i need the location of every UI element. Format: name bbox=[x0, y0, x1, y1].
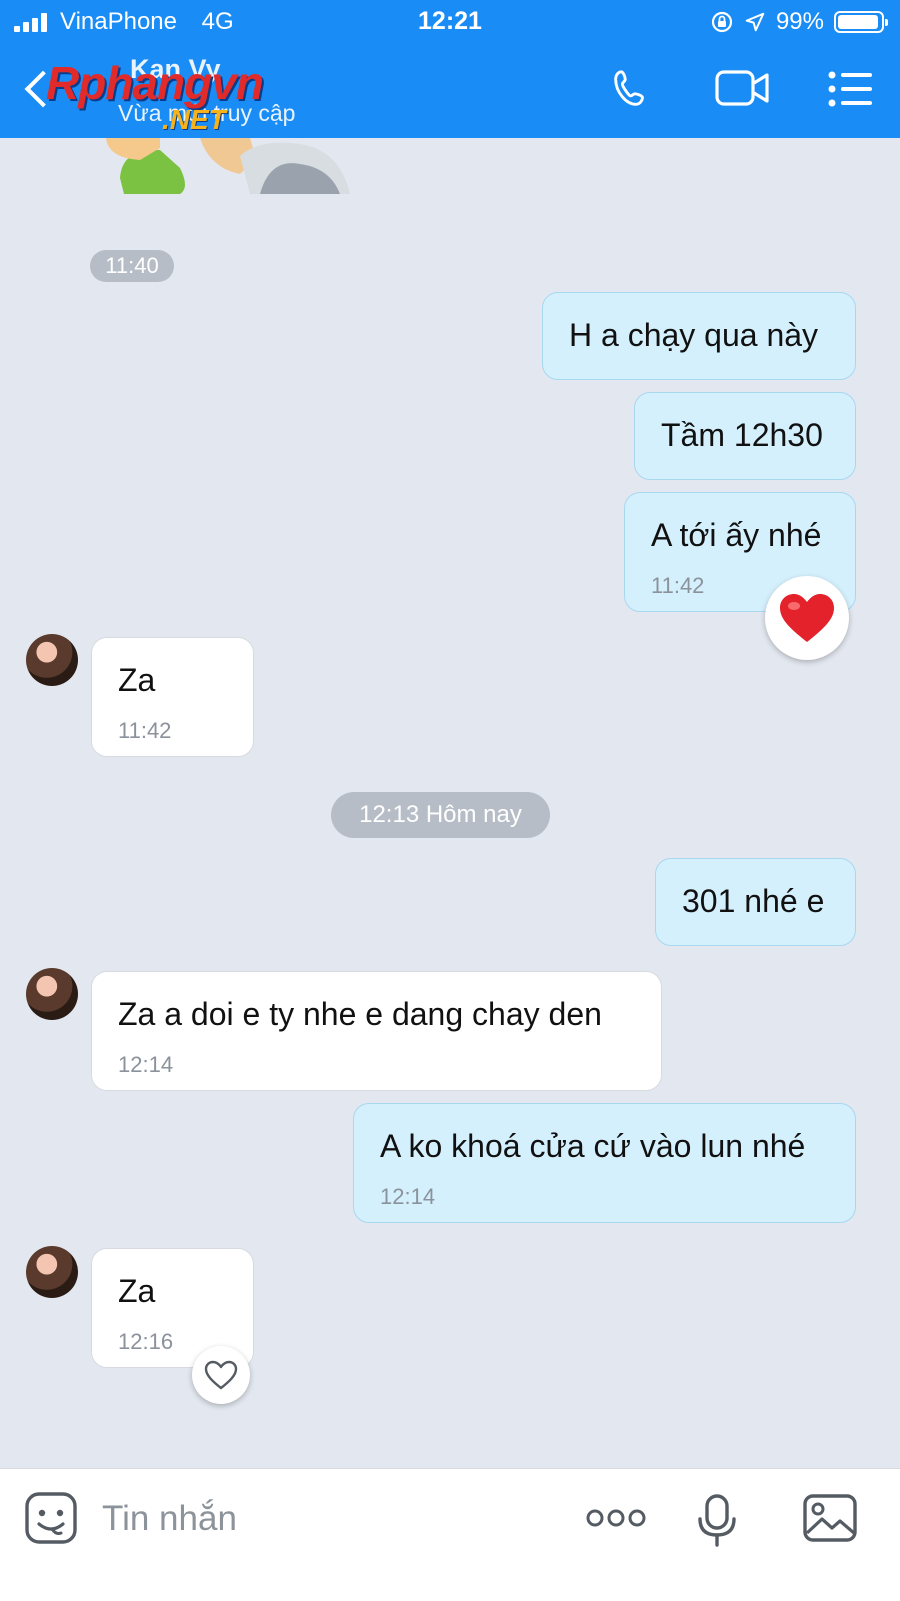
message-text: H a chạy qua này bbox=[569, 317, 819, 353]
message-time: 12:14 bbox=[118, 1052, 174, 1077]
message-composer: Tin nhắn bbox=[0, 1468, 900, 1601]
reaction-like-button[interactable] bbox=[192, 1346, 250, 1404]
message-time: 11:42 bbox=[118, 718, 172, 743]
location-icon bbox=[745, 12, 765, 32]
battery-icon bbox=[834, 11, 888, 33]
message-time: 11:42 bbox=[651, 573, 705, 598]
message-text: Za a doi e ty nhe e dang chay den bbox=[118, 996, 602, 1032]
phone-icon[interactable] bbox=[608, 66, 654, 112]
reaction-heart[interactable] bbox=[765, 576, 849, 660]
time-separator: 11:40 bbox=[90, 250, 174, 282]
message-input[interactable]: Tin nhắn bbox=[102, 1499, 237, 1539]
more-dots-icon[interactable] bbox=[586, 1507, 646, 1529]
message-text: A tới ấy nhé bbox=[651, 517, 822, 553]
sticker-icon[interactable] bbox=[24, 1491, 78, 1547]
video-camera-icon[interactable] bbox=[714, 66, 770, 110]
microphone-icon[interactable] bbox=[697, 1493, 737, 1549]
image-icon[interactable] bbox=[802, 1493, 858, 1543]
message-bubble-outgoing[interactable]: A ko khoá cửa cứ vào lun nhé 12:14 bbox=[353, 1103, 856, 1223]
message-bubble-outgoing[interactable]: 301 nhé e bbox=[655, 858, 856, 946]
message-bubble-incoming[interactable]: Za 11:42 bbox=[91, 637, 254, 757]
avatar[interactable] bbox=[26, 968, 78, 1020]
avatar[interactable] bbox=[26, 1246, 78, 1298]
message-time: 12:16 bbox=[118, 1329, 174, 1354]
message-bubble-outgoing[interactable]: Tầm 12h30 bbox=[634, 392, 856, 480]
avatar[interactable] bbox=[26, 634, 78, 686]
battery-percent: 99% bbox=[775, 8, 824, 35]
message-bubble-outgoing[interactable]: H a chạy qua này bbox=[542, 292, 856, 380]
menu-list-icon[interactable] bbox=[828, 70, 874, 108]
chat-header: Kan Vy Vừa mới truy cập Rphangvn .NET bbox=[0, 48, 900, 138]
message-bubble-incoming[interactable]: Za a doi e ty nhe e dang chay den 12:14 bbox=[91, 971, 662, 1091]
message-text: Za bbox=[118, 1273, 156, 1309]
message-time: 12:14 bbox=[380, 1184, 436, 1209]
message-text: Za bbox=[118, 662, 156, 698]
heart-outline-icon bbox=[204, 1360, 238, 1390]
rotation-lock-icon bbox=[711, 11, 733, 33]
message-text: Tầm 12h30 bbox=[661, 417, 823, 453]
watermark-logo: Rphangvn bbox=[46, 57, 264, 109]
message-text: A ko khoá cửa cứ vào lun nhé bbox=[380, 1128, 806, 1164]
top-bar: VinaPhone 4G 12:21 99% Kan Vy Vừa mới tr… bbox=[0, 0, 900, 138]
heart-filled-icon bbox=[780, 594, 834, 642]
watermark-logo-suffix: .NET bbox=[162, 104, 226, 135]
sticker-image[interactable] bbox=[100, 138, 360, 194]
status-bar: VinaPhone 4G 12:21 99% bbox=[0, 0, 900, 48]
time-separator: 12:13 Hôm nay bbox=[331, 792, 550, 838]
message-text: 301 nhé e bbox=[682, 883, 825, 919]
